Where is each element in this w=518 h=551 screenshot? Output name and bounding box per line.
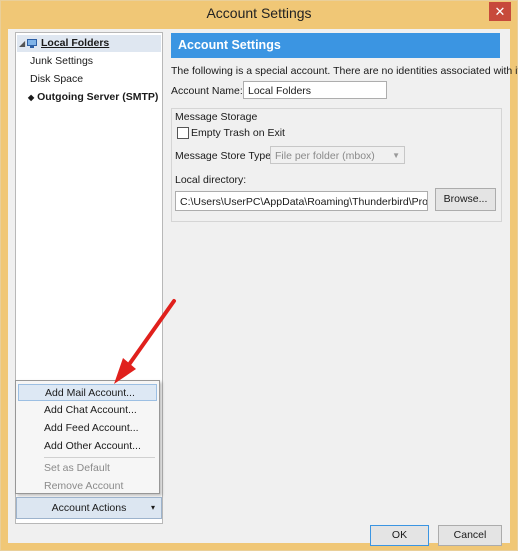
account-actions-label: Account Actions [51,502,127,514]
account-actions-menu: Add Mail Account... Add Chat Account... … [15,380,160,494]
tree-item-outgoing-server[interactable]: ◆ Outgoing Server (SMTP) [28,89,158,106]
menu-item-add-chat-account[interactable]: Add Chat Account... [18,402,157,419]
menu-item-label: Set as Default [44,462,110,474]
panel-description: The following is a special account. Ther… [171,65,518,77]
tree-item-disk-space[interactable]: Disk Space [30,71,83,88]
menu-item-set-as-default[interactable]: Set as Default [18,460,157,477]
chevron-down-icon: ▼ [392,151,400,160]
tree-item-label: Junk Settings [30,55,94,67]
expand-twisty-icon[interactable]: ◢ [19,35,25,52]
dialog-client-area: ◢ Local Folders Junk Settings Disk Space… [8,29,518,546]
menu-item-add-other-account[interactable]: Add Other Account... [18,438,157,455]
menu-item-label: Add Feed Account... [44,422,139,434]
menu-item-remove-account[interactable]: Remove Account [18,478,157,495]
empty-trash-label: Empty Trash on Exit [191,127,285,139]
title-bar: Account Settings ✕ [1,1,517,27]
menu-separator [44,457,155,458]
tree-item-label: Local Folders [41,37,110,49]
empty-trash-checkbox[interactable] [177,127,189,139]
menu-item-add-mail-account[interactable]: Add Mail Account... [18,384,157,401]
local-folder-icon [27,39,37,48]
dropdown-arrow-icon: ▾ [150,503,155,512]
menu-item-add-feed-account[interactable]: Add Feed Account... [18,420,157,437]
window-title: Account Settings [206,5,312,21]
close-button[interactable]: ✕ [489,2,511,21]
panel-header: Account Settings [171,33,500,58]
local-directory-label: Local directory: [175,174,247,186]
tree-item-label: Outgoing Server (SMTP) [37,91,159,103]
ok-button[interactable]: OK [370,525,429,546]
menu-item-label: Remove Account [44,480,124,492]
menu-item-label: Add Other Account... [44,440,141,452]
account-name-input[interactable]: Local Folders [243,81,387,99]
tree-item-local-folders[interactable]: ◢ Local Folders [17,35,161,52]
account-settings-window: Account Settings ✕ ◢ Local Folders Junk … [0,0,518,551]
expand-icon: ◆ [28,93,35,102]
tree-item-label: Disk Space [30,73,84,85]
menu-item-label: Add Mail Account... [45,387,135,399]
browse-button[interactable]: Browse... [435,188,496,211]
account-actions-button[interactable]: Account Actions ▾ [16,497,162,519]
account-name-label: Account Name: [171,85,243,97]
menu-item-label: Add Chat Account... [44,404,137,416]
store-type-label: Message Store Type: [175,150,275,162]
store-type-select[interactable]: File per folder (mbox) ▼ [270,146,405,164]
local-directory-input[interactable]: C:\Users\UserPC\AppData\Roaming\Thunderb… [175,191,428,211]
store-type-value: File per folder (mbox) [275,150,375,162]
close-icon: ✕ [494,4,506,19]
message-storage-label: Message Storage [175,111,258,123]
tree-item-junk-settings[interactable]: Junk Settings [30,53,93,70]
cancel-button[interactable]: Cancel [438,525,502,546]
